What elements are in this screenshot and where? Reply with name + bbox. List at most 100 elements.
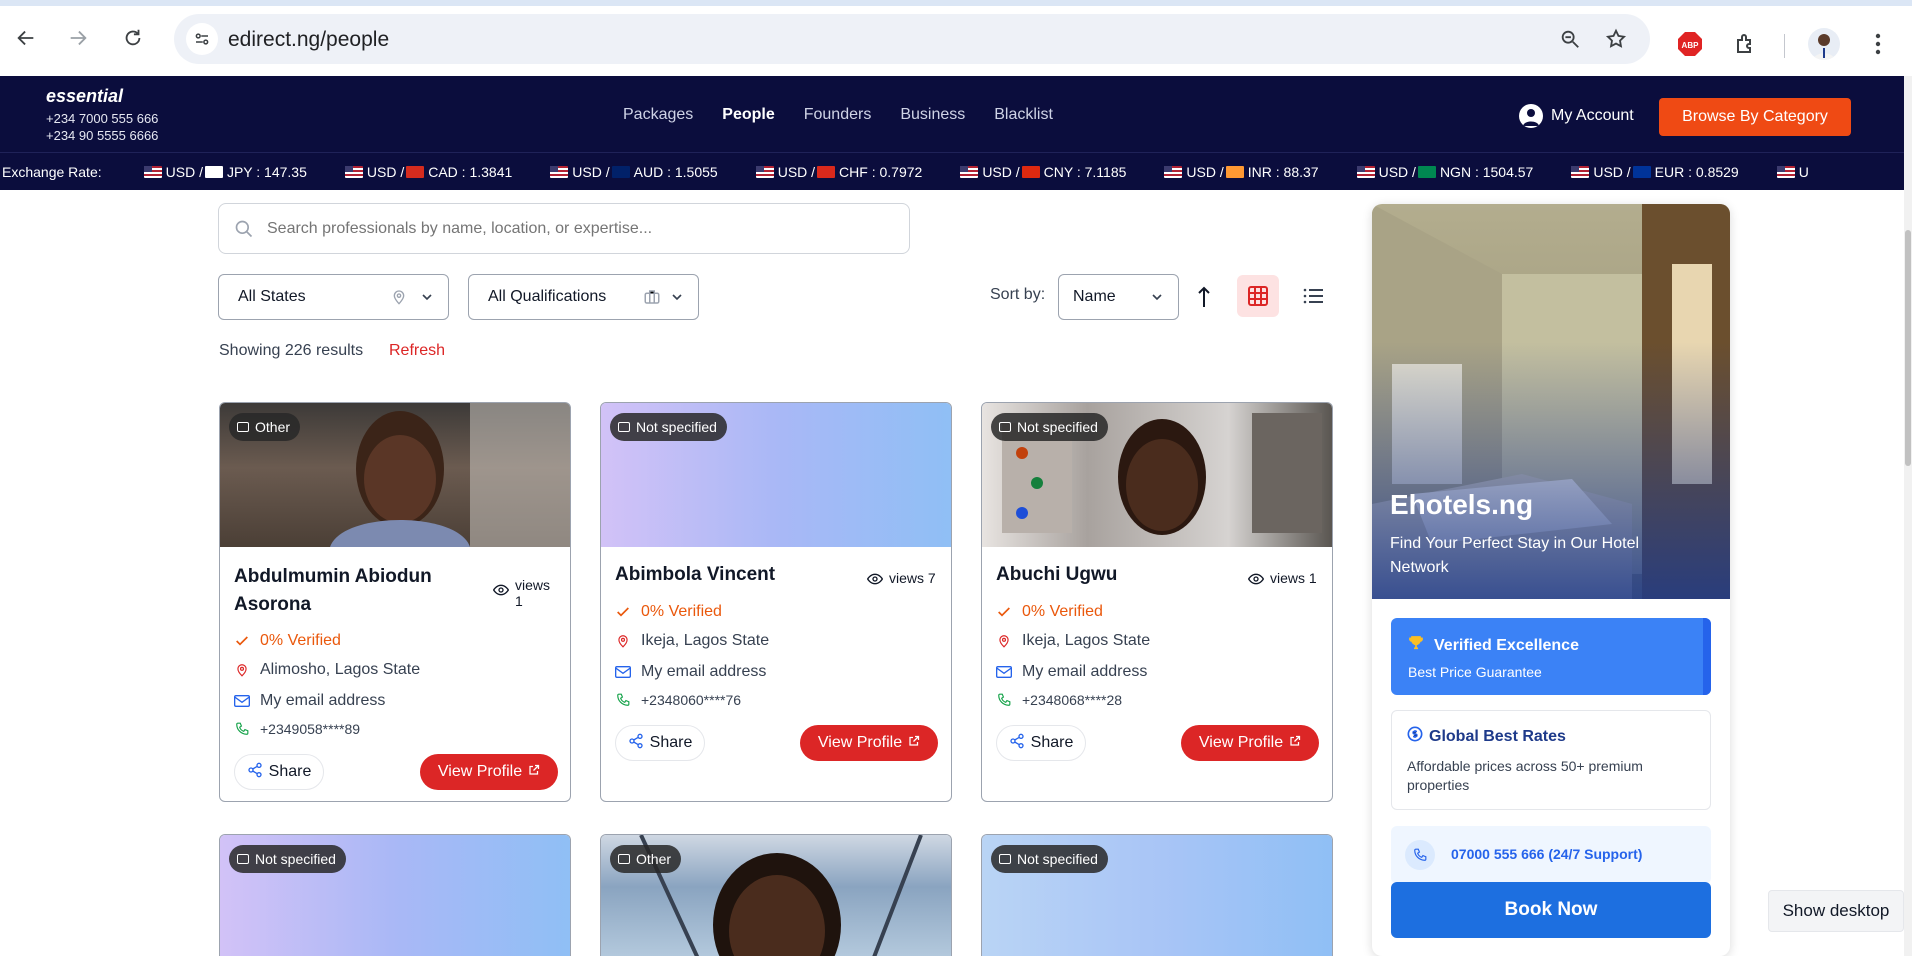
exchange-rate-item: USD / JPY : 147.35 [143, 163, 307, 180]
show-desktop-button[interactable]: Show desktop [1768, 890, 1904, 932]
exchange-value: JPY : 147.35 [226, 163, 307, 180]
us-flag-icon [1164, 165, 1183, 178]
us-flag-icon [960, 165, 979, 178]
brand[interactable]: essential +234 7000 555 666 +234 90 5555… [46, 86, 158, 143]
my-account-link[interactable]: My Account [1519, 104, 1634, 128]
adblock-icon[interactable]: ABP [1674, 28, 1706, 60]
external-link-icon [528, 763, 540, 781]
trophy-icon [1408, 635, 1424, 656]
share-icon [247, 762, 263, 783]
profile-card: Other Abdulmumin Abiodun Asorona views 1 0… [219, 402, 571, 802]
phone-icon [234, 721, 250, 737]
location-pin-icon [234, 662, 250, 678]
verified-status: 0% Verified [615, 603, 722, 621]
my-account-label: My Account [1551, 107, 1634, 124]
views-count: views 1 [492, 577, 550, 609]
check-icon [234, 633, 250, 649]
nav-business[interactable]: Business [900, 106, 965, 124]
site-info-icon[interactable] [186, 23, 218, 55]
exchange-rate-item: USD / CNY : 7.1185 [960, 164, 1126, 180]
exchange-rate-item: USD / INR : 88.37 [1164, 163, 1319, 180]
nav-blacklist[interactable]: Blacklist [994, 106, 1053, 124]
external-link-icon [1289, 734, 1301, 752]
view-profile-button[interactable]: View Profile [1181, 725, 1319, 761]
currency-flag-icon [611, 165, 630, 178]
browse-by-category-button[interactable]: Browse By Category [1659, 98, 1851, 136]
refresh-link[interactable]: Refresh [389, 342, 445, 360]
qualification-badge: Not specified [991, 413, 1108, 441]
mail-icon [234, 693, 250, 709]
search-input[interactable] [267, 219, 867, 238]
feature-subtitle: Best Price Guarantee [1408, 664, 1542, 680]
share-button[interactable]: Share [615, 725, 705, 761]
bookmark-star-icon[interactable] [1600, 23, 1632, 55]
support-line[interactable]: 07000 555 666 (24/7 Support) [1391, 826, 1711, 884]
exchange-rate-list: USD / JPY : 147.35 USD / CAD : 1.3841 USD … [143, 163, 1847, 180]
nav-packages[interactable]: Packages [623, 106, 693, 124]
us-flag-icon [1776, 165, 1795, 178]
sort-by-label: Sort by: [990, 286, 1046, 303]
qualification-select[interactable]: All Qualifications [468, 274, 699, 320]
verified-status: 0% Verified [996, 603, 1103, 621]
briefcase-icon [999, 854, 1011, 864]
profile-card: Not specified [981, 834, 1333, 956]
back-icon[interactable] [8, 20, 44, 56]
grid-view-icon[interactable] [1237, 275, 1279, 317]
location: Ikeja, Lagos State [615, 632, 769, 650]
reload-icon[interactable] [115, 20, 151, 56]
verified-status: 0% Verified [234, 632, 341, 650]
book-now-button[interactable]: Book Now [1391, 882, 1711, 938]
scrollbar-thumb[interactable] [1905, 230, 1911, 466]
mail-icon [996, 664, 1012, 680]
browser-menu-icon[interactable] [1862, 28, 1894, 60]
exchange-value: NGN : 1504.57 [1439, 163, 1534, 180]
exchange-rate-item: USD / AUD : 1.5055 [550, 164, 718, 180]
currency-flag-icon [1417, 165, 1436, 178]
currency-flag-icon [1225, 165, 1244, 178]
exchange-value: CAD : 1.3841 [428, 163, 513, 180]
eye-icon [1247, 572, 1265, 588]
us-flag-icon [344, 165, 363, 178]
exchange-rate-item: USD / CHF : 0.7972 [755, 164, 922, 180]
brand-phone-1: +234 7000 555 666 [46, 111, 159, 126]
address-bar[interactable]: edirect.ng/people [174, 14, 1650, 64]
profile-name[interactable]: Abimbola Vincent [615, 561, 775, 589]
exchange-rate-item: USD / CAD : 1.3841 [344, 163, 513, 180]
profile-avatar[interactable] [1808, 28, 1840, 60]
email: My email address [234, 692, 385, 710]
us-flag-icon [1356, 165, 1375, 178]
views-count: views 1 [1247, 570, 1317, 588]
nav-people[interactable]: People [722, 106, 774, 124]
qualification-badge: Not specified [610, 413, 727, 441]
exchange-pair: USD / [1186, 163, 1224, 180]
view-profile-button[interactable]: View Profile [800, 725, 938, 761]
search-box [218, 203, 910, 254]
account-icon [1519, 104, 1543, 128]
brand-phone-2: +234 90 5555 6666 [46, 128, 159, 143]
zoom-icon[interactable] [1554, 23, 1586, 55]
exchange-value: CNY : 7.1185 [1043, 163, 1127, 180]
profile-card: Not specified Abuchi Ugwu views 1 0% Ver… [981, 402, 1333, 802]
sort-select[interactable]: Name [1058, 274, 1179, 320]
profile-name[interactable]: Abdulmumin Abiodun Asorona [234, 563, 432, 619]
email: My email address [615, 663, 766, 681]
list-view-icon[interactable] [1292, 275, 1334, 317]
view-profile-button[interactable]: View Profile [420, 754, 558, 790]
state-select[interactable]: All States [218, 274, 449, 320]
chevron-down-icon [669, 289, 685, 310]
extensions-icon[interactable] [1730, 28, 1762, 60]
qualification-badge: Other [610, 845, 682, 873]
forward-icon[interactable] [60, 20, 96, 56]
external-link-icon [908, 734, 920, 752]
sort-direction-icon[interactable] [1192, 283, 1216, 311]
profile-name[interactable]: Abuchi Ugwu [996, 561, 1117, 589]
mail-icon [615, 664, 631, 680]
exchange-pair: USD / [165, 163, 203, 180]
nav-founders[interactable]: Founders [804, 106, 872, 124]
share-button[interactable]: Share [234, 754, 324, 790]
share-button[interactable]: Share [996, 725, 1086, 761]
chevron-down-icon [1149, 289, 1165, 310]
scrollbar-track[interactable] [1904, 76, 1912, 956]
briefcase-icon [237, 854, 249, 864]
profile-card: Not specified Abimbola Vincent views 7 0… [600, 402, 952, 802]
